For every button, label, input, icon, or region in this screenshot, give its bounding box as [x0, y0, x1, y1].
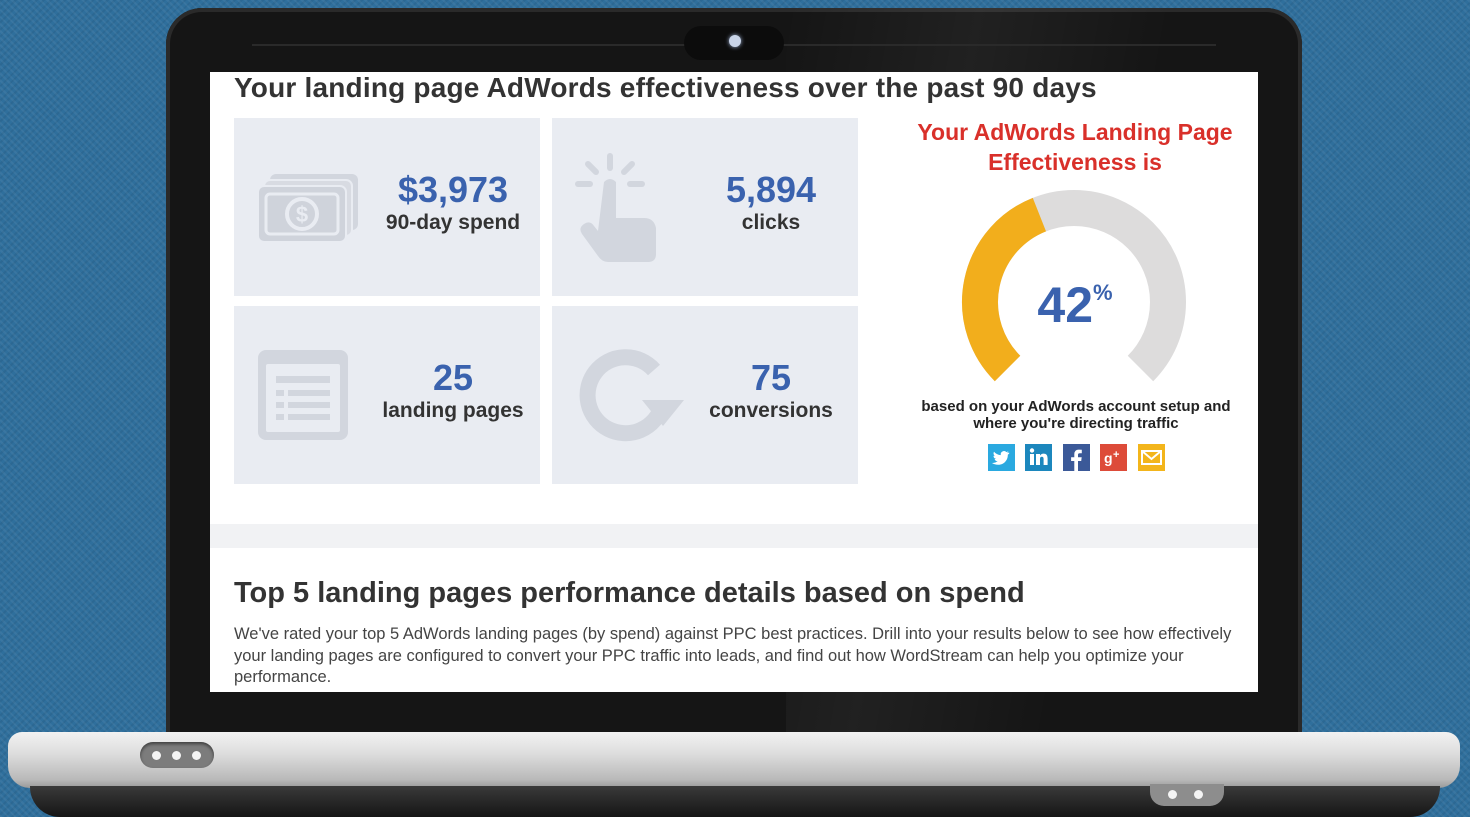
email-icon: [1137, 444, 1165, 471]
twitter-share-button[interactable]: [988, 444, 1015, 471]
pointer-hand-icon: [575, 153, 656, 262]
gauge-percent-unit: %: [1093, 280, 1113, 305]
effectiveness-title: Your AdWords Landing Page Effectiveness …: [917, 119, 1233, 175]
clicks-value: 5,894: [725, 169, 817, 210]
section-divider: [210, 524, 1258, 548]
twitter-icon: [988, 444, 1015, 471]
hinge-light: [1168, 790, 1177, 799]
section-title: Top 5 landing pages performance details …: [234, 577, 1025, 609]
landing-pages-label: landing pages: [382, 399, 524, 422]
conversions-value: 75: [750, 357, 792, 398]
money-icon: $: [257, 174, 358, 243]
hinge-light: [1194, 790, 1203, 799]
laptop-base-bottom: [30, 786, 1440, 817]
laptop-screen: Your landing page AdWords effectiveness …: [210, 72, 1258, 692]
document-list-icon: [258, 350, 348, 440]
facebook-share-button[interactable]: [1062, 444, 1090, 471]
clicks-label: clicks: [741, 211, 801, 234]
share-buttons: g +: [988, 444, 1171, 474]
email-share-button[interactable]: [1137, 444, 1165, 471]
linkedin-share-button[interactable]: [1025, 444, 1053, 471]
gauge-caption: based on your AdWords account setup and …: [921, 398, 1231, 432]
refresh-icon: [579, 349, 684, 442]
svg-text:g: g: [1104, 450, 1113, 466]
section-description: We've rated your top 5 AdWords landing p…: [234, 625, 1232, 686]
svg-text:+: +: [1113, 449, 1119, 461]
gauge-value: 42%: [1000, 276, 1150, 334]
google-plus-share-button[interactable]: g +: [1100, 444, 1128, 471]
laptop-base: [8, 732, 1460, 788]
status-light: [152, 751, 161, 760]
status-light: [192, 751, 201, 760]
google-plus-icon: g +: [1100, 444, 1128, 471]
webcam: [729, 35, 741, 47]
conversions-label: conversions: [709, 399, 833, 422]
spend-value: $3,973: [397, 169, 509, 210]
facebook-icon: [1062, 444, 1090, 471]
status-lights: [140, 742, 214, 768]
stat-card-landing-pages: 25 landing pages: [234, 306, 540, 484]
svg-text:$: $: [296, 202, 308, 227]
stat-card-conversions: 75 conversions: [552, 306, 858, 484]
stat-card-spend: $ $3,973 90-day spend: [234, 118, 540, 296]
spend-label: 90-day spend: [385, 211, 521, 234]
stat-card-clicks: 5,894 clicks: [552, 118, 858, 296]
hinge-indicators: [1150, 784, 1224, 806]
linkedin-icon: [1025, 444, 1053, 471]
status-light: [172, 751, 181, 760]
gauge-percent-value: 42: [1037, 277, 1094, 333]
landing-pages-value: 25: [432, 357, 474, 398]
page-title: Your landing page AdWords effectiveness …: [234, 72, 1097, 103]
